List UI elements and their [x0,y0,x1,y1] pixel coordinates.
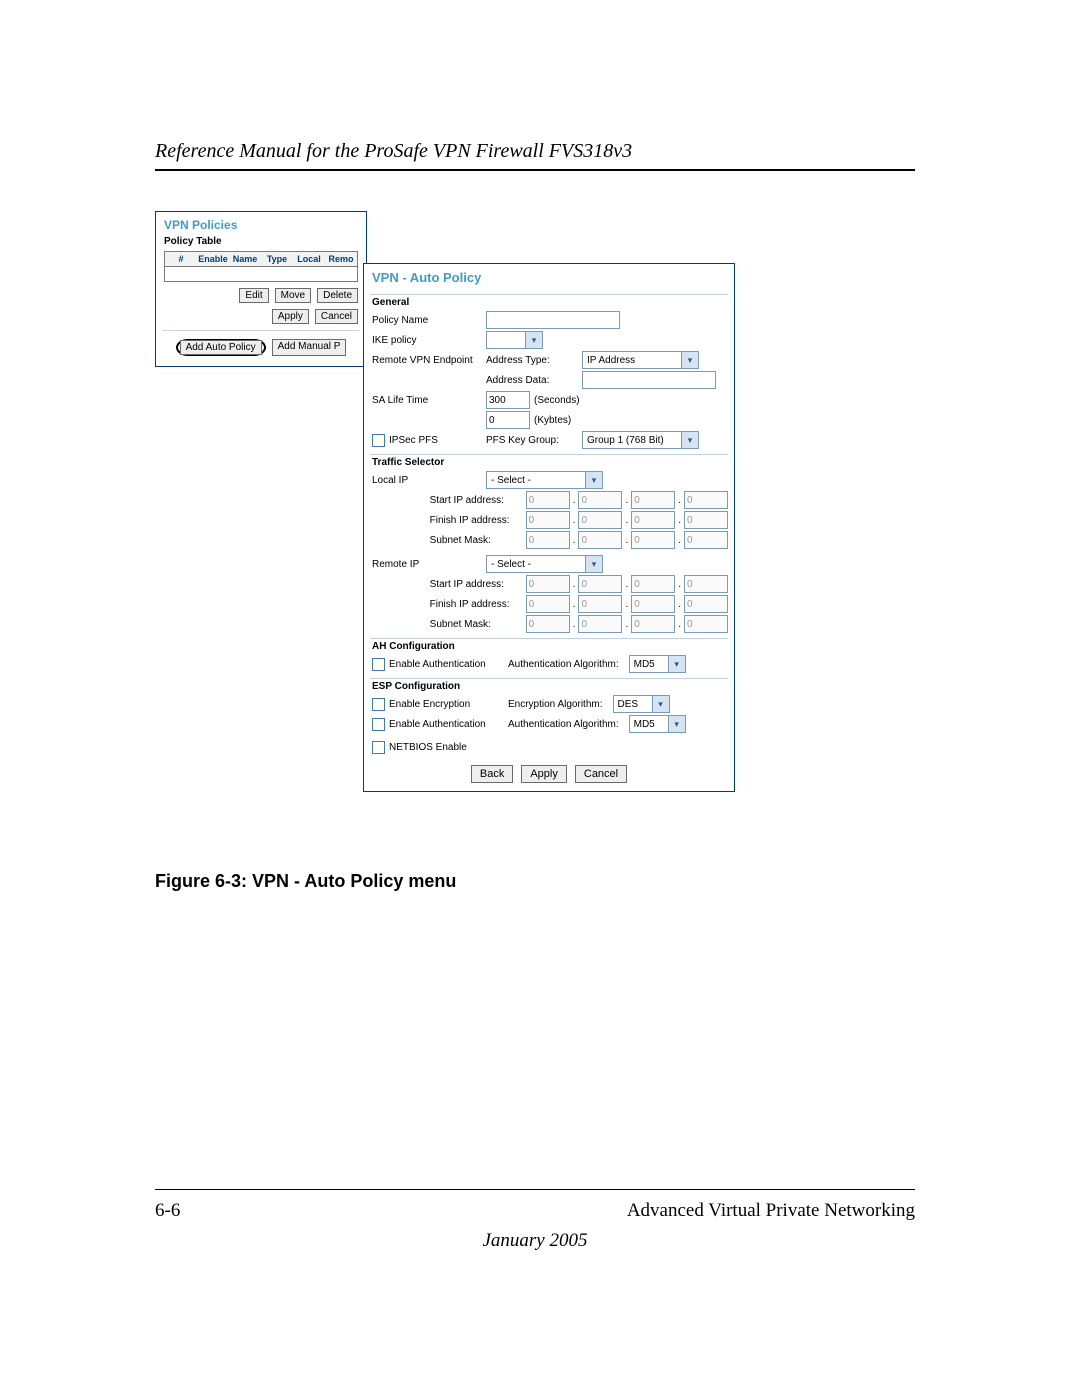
back-button[interactable]: Back [471,765,513,783]
chevron-down-icon: ▾ [525,332,542,348]
footer-date: January 2005 [155,1230,915,1252]
local-startip-label: Start IP address: [430,495,522,506]
policy-table-label: Policy Table [156,234,366,251]
ah-auth-algo-select[interactable]: MD5▾ [629,655,686,673]
esp-enc-algo-select[interactable]: DES▾ [613,695,670,713]
esp-enable-auth-checkbox[interactable] [372,718,385,731]
ike-policy-label: IKE policy [370,335,482,346]
ike-policy-select[interactable]: ▾ [486,331,543,349]
col-remote: Remo [325,252,357,266]
local-subnet-input[interactable]: ... [526,531,728,549]
general-section: General Policy Name IKE policy ▾ Remote … [370,294,728,450]
traffic-heading: Traffic Selector [370,457,728,470]
chevron-down-icon: ▾ [668,656,685,672]
vpn-policies-title: VPN Policies [156,212,366,234]
vpn-policies-panel: VPN Policies Policy Table # Enable Name … [155,211,367,367]
sa-kybtes-input[interactable] [486,411,530,429]
col-hash: # [165,252,197,266]
col-type: Type [261,252,293,266]
address-data-input[interactable] [582,371,716,389]
address-type-select[interactable]: IP Address▾ [582,351,699,369]
local-startip-input[interactable]: ... [526,491,728,509]
kybtes-label: (Kybtes) [534,415,571,426]
add-manual-policy-button[interactable]: Add Manual P [272,339,347,356]
page-number: 6-6 [155,1200,180,1222]
address-type-label: Address Type: [486,355,578,366]
chevron-down-icon: ▾ [681,432,698,448]
esp-enable-enc-label: Enable Encryption [370,698,502,711]
ah-heading: AH Configuration [370,641,728,654]
remote-ip-select[interactable]: - Select -▾ [486,555,603,573]
delete-button[interactable]: Delete [317,288,358,303]
pfs-keygroup-select[interactable]: Group 1 (768 Bit)▾ [582,431,699,449]
local-subnet-label: Subnet Mask: [430,535,522,546]
col-local: Local [293,252,325,266]
chevron-down-icon: ▾ [668,716,685,732]
sa-lifetime-label: SA Life Time [370,395,482,406]
remote-finiship-input[interactable]: ... [526,595,728,613]
ipsec-pfs-checkbox[interactable] [372,434,385,447]
address-data-label: Address Data: [486,375,578,386]
remote-startip-input[interactable]: ... [526,575,728,593]
page-footer: 6-6 Advanced Virtual Private Networking … [155,1189,915,1252]
chevron-down-icon: ▾ [585,556,602,572]
esp-enc-algo-label: Encryption Algorithm: [506,699,603,710]
policy-table-header: # Enable Name Type Local Remo [164,251,358,267]
edit-row: Edit Move Delete [156,282,366,303]
netbios-enable-checkbox[interactable] [372,741,385,754]
remote-subnet-label: Subnet Mask: [430,619,522,630]
esp-auth-algo-label: Authentication Algorithm: [506,719,619,730]
ah-auth-algo-label: Authentication Algorithm: [506,659,619,670]
apply-row: Apply Cancel [156,303,366,324]
ah-enable-auth-label: Enable Authentication [370,658,502,671]
dialog-actions: Back Apply Cancel [364,755,734,783]
auto-policy-title: VPN - Auto Policy [364,264,734,290]
apply-button[interactable]: Apply [272,309,309,324]
ipsec-pfs-label: IPSec PFS [370,434,482,447]
add-auto-policy-button[interactable]: Add Auto Policy [180,340,262,355]
general-heading: General [370,297,728,310]
esp-auth-algo-select[interactable]: MD5▾ [629,715,686,733]
ah-config-section: AH Configuration Enable Authentication A… [370,638,728,674]
esp-config-section: ESP Configuration Enable Encryption Encr… [370,678,728,755]
cancel-button[interactable]: Cancel [315,309,358,324]
add-auto-highlight: Add Auto Policy [176,339,266,356]
local-finiship-input[interactable]: ... [526,511,728,529]
document-header: Reference Manual for the ProSafe VPN Fir… [155,140,915,163]
cancel-button-dialog[interactable]: Cancel [575,765,627,783]
move-button[interactable]: Move [275,288,311,303]
local-finiship-label: Finish IP address: [430,515,522,526]
local-ip-label: Local IP [370,475,482,486]
edit-button[interactable]: Edit [239,288,268,303]
remote-startip-label: Start IP address: [430,579,522,590]
remote-endpoint-label: Remote VPN Endpoint [370,355,482,366]
col-name: Name [229,252,261,266]
remote-finiship-label: Finish IP address: [430,599,522,610]
chevron-down-icon: ▾ [585,472,602,488]
esp-heading: ESP Configuration [370,681,728,694]
apply-button-dialog[interactable]: Apply [521,765,567,783]
ah-enable-auth-checkbox[interactable] [372,658,385,671]
figure-6-3: VPN Policies Policy Table # Enable Name … [155,211,915,851]
policy-table-body [164,267,358,282]
sa-seconds-input[interactable] [486,391,530,409]
pfs-keygroup-label: PFS Key Group: [486,435,578,446]
local-ip-select[interactable]: - Select -▾ [486,471,603,489]
traffic-selector-section: Traffic Selector Local IP - Select -▾ St… [370,454,728,634]
policy-name-label: Policy Name [370,315,482,326]
esp-enable-enc-checkbox[interactable] [372,698,385,711]
policy-name-input[interactable] [486,311,620,329]
remote-ip-label: Remote IP [370,559,482,570]
col-enable: Enable [197,252,229,266]
chapter-title: Advanced Virtual Private Networking [627,1200,915,1222]
header-rule [155,169,915,171]
esp-enable-auth-label: Enable Authentication [370,718,502,731]
chevron-down-icon: ▾ [681,352,698,368]
vpn-auto-policy-panel: VPN - Auto Policy General Policy Name IK… [363,263,735,792]
chevron-down-icon: ▾ [652,696,669,712]
seconds-label: (Seconds) [534,395,580,406]
figure-caption: Figure 6-3: VPN - Auto Policy menu [155,871,915,892]
netbios-enable-label: NETBIOS Enable [370,741,502,754]
remote-subnet-input[interactable]: ... [526,615,728,633]
